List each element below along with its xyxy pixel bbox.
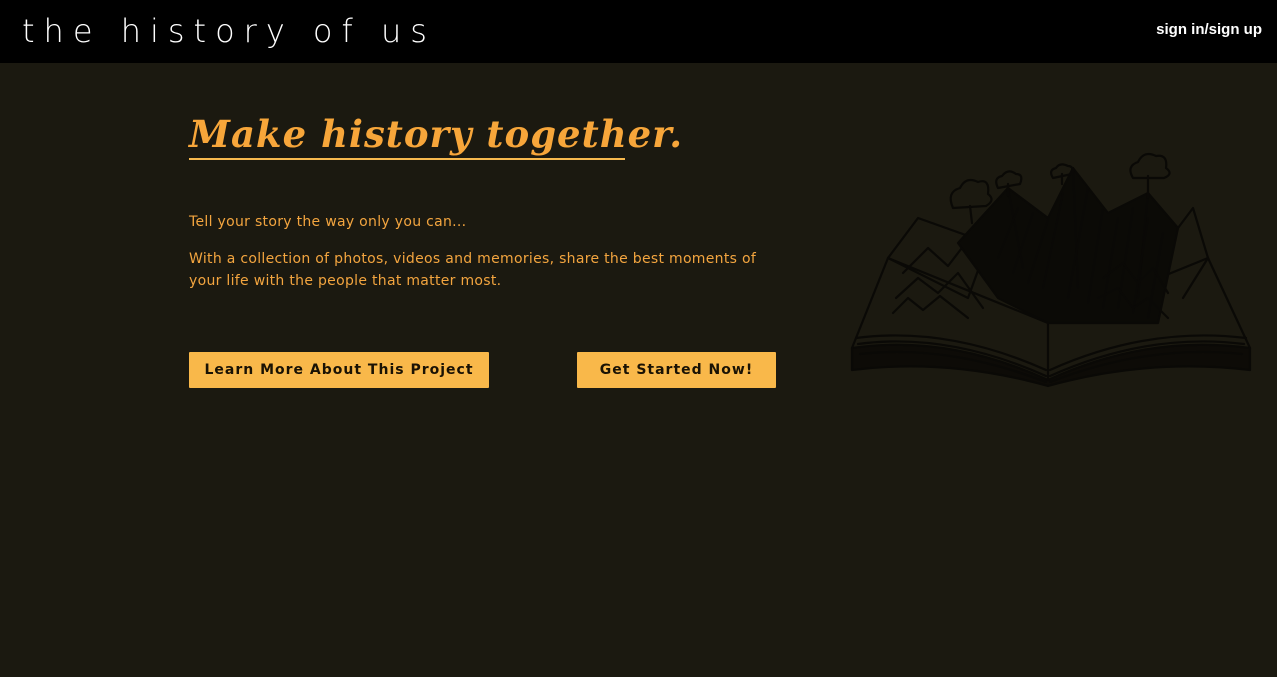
brand-logo[interactable]: the history of us [22, 10, 436, 52]
sign-in-sign-up-link[interactable]: sign in/sign up [1156, 21, 1262, 38]
hero-tagline: Tell your story the way only you can... [189, 214, 467, 230]
title-underline [189, 158, 625, 160]
pop-up-book-icon [850, 152, 1252, 388]
hero-title: Make history together. [189, 112, 684, 156]
hero-description: With a collection of photos, videos and … [189, 251, 757, 289]
top-bar: the history of us sign in/sign up [0, 0, 1277, 63]
get-started-button[interactable]: Get Started Now! [577, 352, 776, 388]
learn-more-button[interactable]: Learn More About This Project [189, 352, 489, 388]
